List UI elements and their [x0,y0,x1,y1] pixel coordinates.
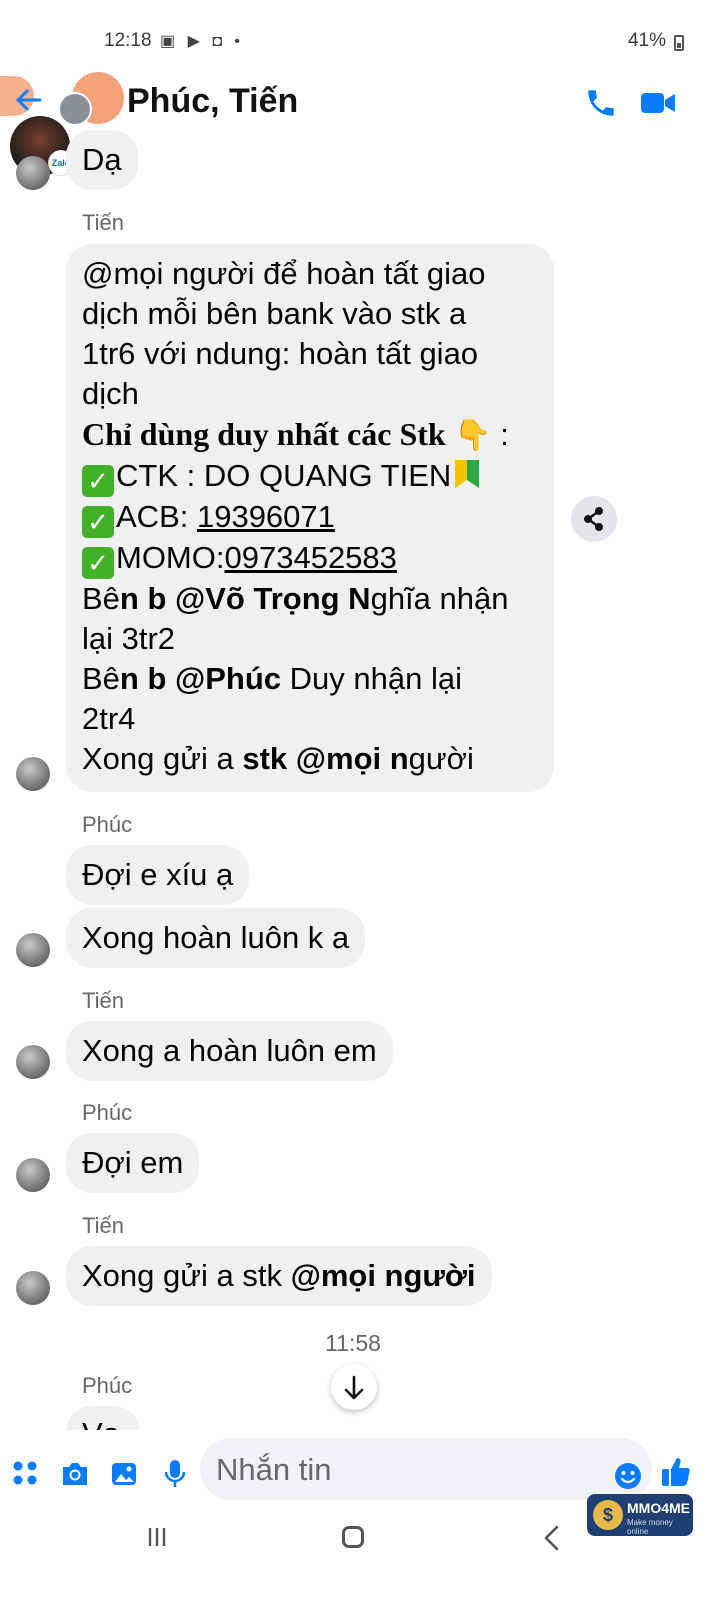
watermark-logo: $ MMO4ME Make money online [587,1494,693,1536]
thumbs-up-icon[interactable] [660,1456,692,1488]
menu-dots-icon[interactable] [12,1460,38,1486]
bank-label: ACB: [116,499,197,534]
pointing-down-icon: 👇 [454,419,492,452]
message-line: Bên b @Võ Trọng Nghĩa nhận [82,579,538,619]
scroll-to-bottom-button[interactable] [331,1364,377,1410]
gallery-icon[interactable] [110,1460,138,1488]
message-line: @mọi người để hoàn tất giao [82,256,486,291]
message-text: Đợi e xíu ạ [82,857,234,892]
mention-text[interactable]: n b @Võ Trọng N [120,581,371,616]
message-line: Bên b @Phúc Duy nhận lại [82,659,538,699]
message-bubble[interactable]: @mọi người để hoàn tất giao dịch mỗi bên… [66,244,554,792]
home-icon[interactable] [342,1526,364,1548]
mention-text[interactable]: stk @mọi n [242,741,408,776]
watermark-title: MMO4ME [627,1500,690,1516]
message-line: lại 3tr2 [82,621,176,656]
account-holder-text: CTK : DO QUANG TIEN [116,458,452,493]
phone-call-icon[interactable] [584,86,618,120]
text-segment: Bê [82,661,120,696]
nav-back-icon[interactable] [540,1524,564,1552]
text-segment: Bê [82,581,120,616]
momo-label: MOMO: [116,540,225,575]
message-line: dịch [82,376,139,411]
message-bubble[interactable]: Dạ [66,130,138,190]
mention-text[interactable]: @mọi người [291,1258,476,1293]
status-time: 12:18 [104,30,152,51]
message-line: ✓ CTK : DO QUANG TIEN [82,456,538,497]
watermark-subtitle: Make money online [627,1518,673,1536]
recent-apps-icon[interactable] [146,1526,168,1548]
microphone-icon[interactable] [162,1458,188,1490]
message-line: dịch mỗi bên bank vào stk a [82,296,467,331]
avatar[interactable] [16,156,50,190]
acb-account-number-link[interactable]: 19396071 [197,499,335,534]
message-bubble[interactable]: Đợi e xíu ạ [66,845,250,905]
message-text: Xong hoàn luôn k a [82,920,350,955]
chat-title[interactable]: Phúc, Tiến [127,82,298,121]
notification-icons: ▣ ▶ ◘ • [160,33,245,50]
check-mark-icon: ✓ [82,547,114,579]
coin-icon: $ [593,1500,623,1530]
sender-name: Phúc [82,1100,133,1125]
message-line: Chỉ dùng duy nhất các Stk 👇 : [82,414,538,456]
back-arrow-icon[interactable] [14,86,42,114]
avatar[interactable] [16,933,50,967]
sender-name: Phúc [82,812,133,837]
video-call-icon[interactable] [640,90,676,116]
check-mark-icon: ✓ [82,465,114,497]
message-line: 1tr6 với ndung: hoàn tất giao [82,336,479,371]
text-segment: ghĩa nhận [370,581,509,616]
message-line: Xong gửi a stk @mọi người [82,739,538,779]
text-segment: gười [408,741,474,776]
sender-name: Tiến [82,988,124,1013]
timestamp-separator: 11:58 [325,1330,381,1356]
camera-icon[interactable] [60,1460,90,1488]
momo-phone-link[interactable]: 0973452583 [225,540,397,575]
battery-icon [674,35,684,51]
mention-text[interactable]: n b @Phúc [120,661,281,696]
share-icon [584,507,603,531]
avatar[interactable] [16,1271,50,1305]
message-line: ✓ ACB: 19396071 [82,497,538,538]
message-input-placeholder: Nhắn tin [216,1452,332,1487]
group-avatar-secondary [58,92,92,126]
sender-name: Tiến [82,1213,124,1238]
message-bubble[interactable]: Xong gửi a stk @mọi người [66,1246,492,1306]
emoji-icon[interactable] [614,1462,642,1490]
message-bubble[interactable]: Xong a hoàn luôn em [66,1021,393,1081]
message-line: ✓ MOMO:0973452583 [82,538,538,579]
avatar[interactable] [16,757,50,791]
share-button[interactable] [571,496,617,542]
message-text: Xong a hoàn luôn em [82,1033,377,1068]
message-line: 2tr4 [82,701,136,736]
avatar[interactable] [16,1045,50,1079]
battery-percent: 41% [627,30,666,51]
message-bubble[interactable]: Xong hoàn luôn k a [66,908,366,968]
sender-name: Tiến [82,210,124,235]
sender-name: Phúc [82,1373,133,1398]
message-bubble[interactable]: Đợi em [66,1133,200,1193]
bold-serif-text: Chỉ dùng duy nhất các Stk [82,416,446,452]
arrow-down-icon [344,1375,364,1400]
text-segment: Duy nhận lại [281,661,462,696]
check-mark-icon: ✓ [82,506,114,538]
colon-text: : [491,417,509,452]
beginner-symbol-icon [455,460,480,488]
text-segment: Xong gửi a [82,741,243,776]
avatar[interactable] [16,1158,50,1192]
message-text: Đợi em [82,1145,184,1180]
message-text: Dạ [82,142,122,177]
message-text: Xong gửi a stk [82,1258,291,1293]
